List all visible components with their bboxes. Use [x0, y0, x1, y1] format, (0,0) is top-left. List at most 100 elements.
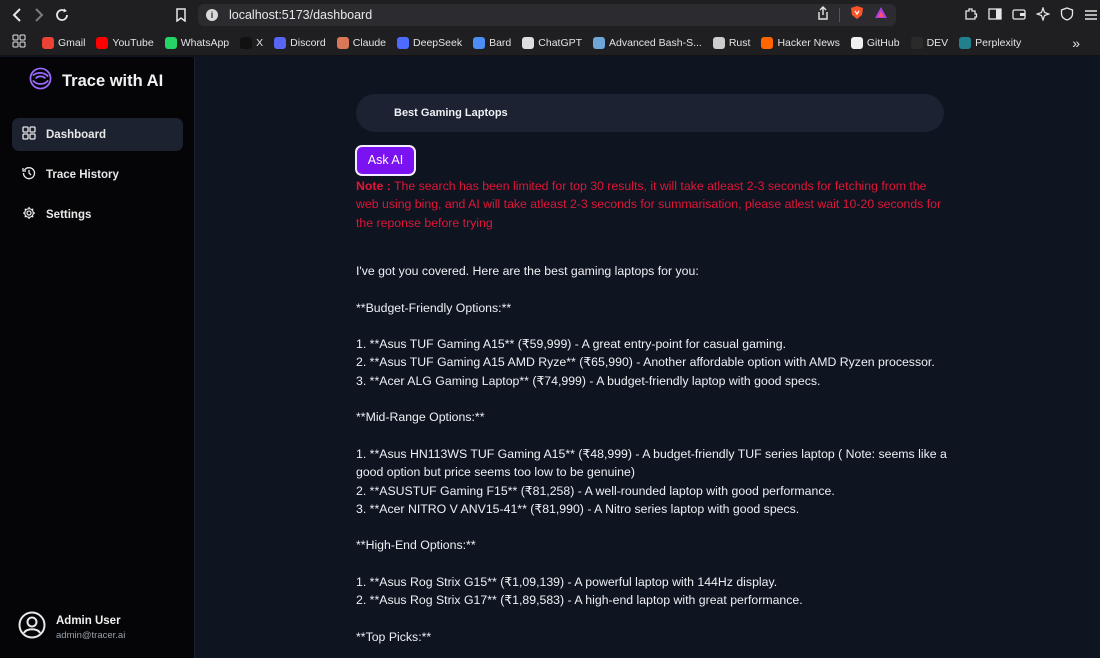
- bookmark-favicon-icon: [593, 36, 606, 49]
- bookmark-label: X: [256, 36, 264, 49]
- bookmark-favicon-icon: [397, 36, 410, 49]
- search-input[interactable]: Best Gaming Laptops: [356, 94, 944, 132]
- response-spacer: [356, 280, 956, 298]
- ask-ai-button[interactable]: Ask AI: [355, 145, 416, 176]
- grid-icon: [22, 126, 36, 143]
- menu-icon[interactable]: [1084, 8, 1098, 26]
- bookmark-favicon-icon: [473, 36, 486, 49]
- bookmark-label: WhatsApp: [180, 36, 230, 49]
- bookmark-page-icon[interactable]: [170, 4, 192, 26]
- response-line: 3. **Acer ALG Gaming Laptop** (₹74,999) …: [356, 373, 821, 388]
- bookmark-item[interactable]: DeepSeek: [397, 36, 463, 49]
- response-line: **High-End Options:**: [356, 538, 476, 553]
- response-line: 3. **Acer NITRO V ANV15-41** (₹81,990) -…: [356, 501, 800, 516]
- response-line: 1. **Asus HN113WS TUF Gaming A15** (₹48,…: [356, 446, 947, 480]
- browser-toolbar: i localhost:5173/dashboard: [0, 0, 1100, 30]
- bookmark-item[interactable]: Perplexity: [959, 36, 1022, 49]
- sidebar-item-settings[interactable]: Settings: [12, 198, 183, 231]
- sidebar-toggle-icon[interactable]: [988, 7, 1002, 26]
- bookmark-favicon-icon: [240, 36, 253, 49]
- site-info-icon[interactable]: i: [206, 9, 218, 21]
- address-bar[interactable]: i localhost:5173/dashboard: [198, 4, 896, 26]
- bookmark-favicon-icon: [850, 36, 863, 49]
- bookmark-item[interactable]: Discord: [274, 36, 326, 49]
- brand-title: Trace with AI: [62, 71, 164, 90]
- bookmark-label: YouTube: [112, 36, 154, 49]
- response-spacer: [356, 610, 956, 628]
- note-body: The search has been limited for top 30 r…: [356, 179, 942, 230]
- response-spacer: [356, 427, 956, 445]
- sidebar-item-label: Dashboard: [46, 128, 107, 141]
- bookmarks-bar: Gmail YouTube WhatsApp X Discord Claude DeepSe…: [0, 30, 1100, 56]
- sidebar: Trace with AI Dashboard Trace History Se…: [0, 57, 195, 658]
- back-icon[interactable]: [6, 4, 28, 26]
- bookmark-label: Claude: [352, 36, 387, 49]
- response-line: 1. **Asus TUF Gaming A15** (₹59,999) - A…: [356, 337, 787, 352]
- note-label: Note :: [356, 179, 391, 193]
- note-text: Note : The search has been limited for t…: [356, 177, 946, 232]
- brand[interactable]: Trace with AI: [0, 57, 194, 105]
- bookmark-item[interactable]: DEV: [910, 36, 949, 49]
- bookmark-favicon-icon: [712, 36, 725, 49]
- bookmark-label: Perplexity: [975, 36, 1022, 49]
- bookmark-item[interactable]: YouTube: [96, 36, 154, 49]
- vpn-icon[interactable]: [1060, 7, 1074, 26]
- bookmark-item[interactable]: Advanced Bash-S...: [593, 36, 702, 49]
- response-line: 2. **Asus Rog Strix G17** (₹1,89,583) - …: [356, 593, 803, 608]
- brave-rewards-icon[interactable]: [874, 6, 888, 24]
- bookmark-item[interactable]: WhatsApp: [164, 36, 230, 49]
- bookmark-item[interactable]: GitHub: [850, 36, 900, 49]
- response-line: 2. **ASUSTUF Gaming F15** (₹81,258) - A …: [356, 483, 835, 498]
- forward-icon[interactable]: [28, 4, 50, 26]
- response-line: **Budget-Friendly Options:**: [356, 300, 512, 315]
- bookmark-favicon-icon: [910, 36, 923, 49]
- sidebar-item-trace-history[interactable]: Trace History: [12, 158, 183, 191]
- bookmark-item[interactable]: Gmail: [42, 36, 86, 49]
- bookmark-item[interactable]: Rust: [712, 36, 751, 49]
- sidebar-item-label: Settings: [46, 208, 92, 221]
- bookmark-label: ChatGPT: [538, 36, 583, 49]
- response-spacer: [356, 390, 956, 408]
- bookmark-favicon-icon: [522, 36, 535, 49]
- ai-response: I've got you covered. Here are the best …: [356, 262, 956, 646]
- response-line: I've got you covered. Here are the best …: [356, 264, 699, 278]
- response-line: 2. **Asus TUF Gaming A15 AMD Ryze** (₹65…: [356, 355, 935, 370]
- bookmark-item[interactable]: Hacker News: [761, 36, 840, 49]
- bookmark-favicon-icon: [336, 36, 349, 49]
- user-profile[interactable]: Admin User admin@tracer.ai: [18, 611, 125, 644]
- more-bookmarks-icon[interactable]: »: [1072, 35, 1080, 51]
- bookmark-label: DeepSeek: [413, 36, 463, 49]
- extensions-icon[interactable]: [964, 7, 978, 26]
- apps-icon[interactable]: [12, 34, 26, 51]
- bookmark-label: DEV: [926, 36, 949, 49]
- response-line: **Mid-Range Options:**: [356, 410, 485, 425]
- bookmark-favicon-icon: [274, 36, 287, 49]
- bookmark-label: GitHub: [866, 36, 900, 49]
- share-icon[interactable]: [817, 5, 829, 25]
- bookmark-label: Discord: [290, 36, 326, 49]
- response-line: 1. **Asus Rog Strix G15** (₹1,09,139) - …: [356, 575, 778, 590]
- url-text: localhost:5173/dashboard: [229, 8, 373, 22]
- bookmark-item[interactable]: Claude: [336, 36, 387, 49]
- bookmark-label: Gmail: [58, 36, 86, 49]
- response-spacer: [356, 518, 956, 536]
- wallet-icon[interactable]: [1012, 7, 1026, 26]
- history-icon: [22, 166, 36, 183]
- leo-ai-icon[interactable]: [1035, 6, 1051, 26]
- bookmark-label: Hacker News: [777, 36, 840, 49]
- bookmark-item[interactable]: ChatGPT: [522, 36, 583, 49]
- user-name: Admin User: [56, 614, 121, 627]
- bookmark-item[interactable]: X: [240, 36, 264, 49]
- main-content: Best Gaming Laptops Ask AI Note : The se…: [196, 57, 1100, 658]
- response-spacer: [356, 555, 956, 573]
- avatar: [18, 611, 46, 644]
- user-info: Admin User admin@tracer.ai: [56, 615, 125, 641]
- bookmark-favicon-icon: [761, 36, 774, 49]
- bookmark-label: Rust: [728, 36, 751, 49]
- response-spacer: [356, 317, 956, 335]
- sidebar-item-dashboard[interactable]: Dashboard: [12, 118, 183, 151]
- brave-shield-icon[interactable]: [850, 5, 864, 25]
- sidebar-item-label: Trace History: [46, 168, 119, 181]
- bookmark-item[interactable]: Bard: [473, 36, 511, 49]
- reload-icon[interactable]: [51, 4, 73, 26]
